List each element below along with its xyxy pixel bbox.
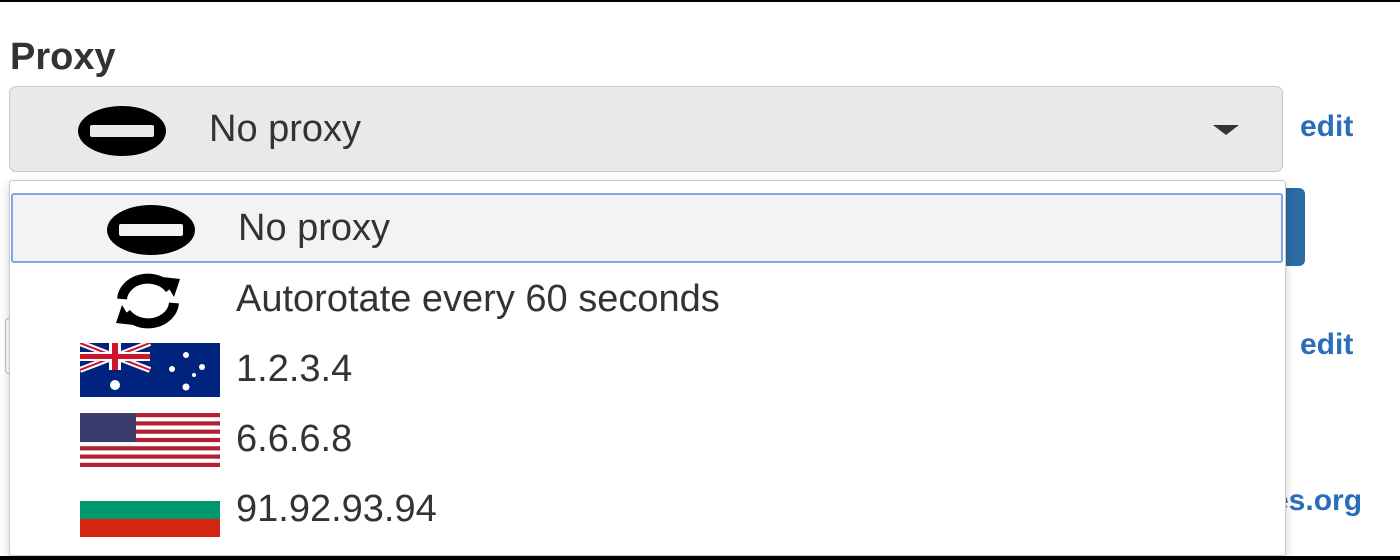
- option-no-proxy[interactable]: No proxy: [11, 193, 1283, 263]
- option-label: 6.6.6.8: [236, 418, 353, 460]
- no-entry-icon: [76, 105, 168, 162]
- usa-flag-icon: [80, 413, 220, 472]
- option-label: 1.2.3.4: [236, 348, 353, 390]
- option-proxy-6-6-6-8[interactable]: 6.6.6.8: [10, 405, 1285, 475]
- proxy-label: Proxy: [10, 36, 116, 78]
- option-proxy-1-2-3-4[interactable]: 1.2.3.4: [10, 335, 1285, 405]
- option-autorotate[interactable]: Autorotate every 60 seconds: [10, 265, 1285, 335]
- australia-flag-icon: [78, 340, 220, 402]
- option-label: No proxy: [238, 207, 391, 249]
- proxy-select[interactable]: No proxy: [9, 86, 1283, 172]
- top-border: [0, 0, 1400, 2]
- bulgaria-flag-icon: [80, 483, 220, 542]
- bottom-border: [0, 556, 1400, 560]
- option-label: Autorotate every 60 seconds: [236, 278, 720, 320]
- refresh-icon: [108, 273, 188, 334]
- no-entry-icon: [105, 204, 197, 261]
- option-label: 91.92.93.94: [236, 488, 437, 530]
- edit-link-1[interactable]: edit: [1300, 110, 1353, 144]
- edit-link-2[interactable]: edit: [1300, 328, 1353, 362]
- proxy-dropdown-list: No proxy Autorotate every 60 seconds 1.2…: [9, 180, 1286, 556]
- option-proxy-91-92-93-94[interactable]: 91.92.93.94: [10, 475, 1285, 545]
- proxy-select-value: No proxy: [209, 108, 362, 150]
- caret-down-icon: [1213, 125, 1239, 135]
